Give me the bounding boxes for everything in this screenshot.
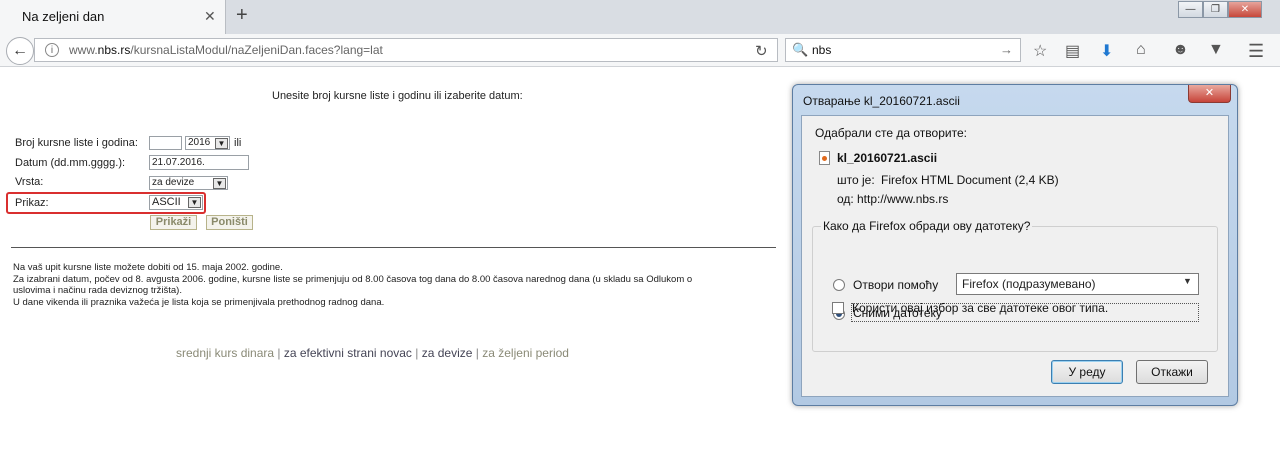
new-tab-button[interactable]: + [236, 4, 248, 27]
dialog-title: Отварање kl_20160721.ascii [803, 94, 960, 108]
action-question: Како да Firefox обради ову датотеку? [821, 219, 1033, 233]
remember-label[interactable]: Користи овај избор за све датотеке овог … [852, 301, 1108, 315]
bookmark-star-icon[interactable]: ☆ [1033, 41, 1047, 61]
year-select[interactable]: 2016 ▼ [185, 136, 230, 150]
chevron-down-icon: ▼ [1183, 276, 1192, 286]
file-name: kl_20160721.ascii [837, 151, 938, 165]
datum-label: Datum (dd.mm.gggg.): [15, 157, 126, 169]
search-input[interactable]: nbs [812, 43, 831, 57]
back-button[interactable]: ← [6, 37, 34, 65]
url-prefix: www. [69, 43, 98, 57]
ili-label: ili [234, 137, 242, 149]
search-go-icon[interactable]: → [1000, 42, 1013, 57]
bottom-links: srednji kurs dinara | za efektivni stran… [176, 346, 569, 360]
prikazi-button[interactable]: Prikaži [150, 215, 197, 230]
broj-label: Broj kursne liste i godina: [15, 137, 138, 149]
opening-label: Одабрали сте да отворите: [815, 126, 967, 140]
file-icon [819, 151, 830, 165]
open-with-select[interactable]: Firefox (подразумевано) ▼ [956, 273, 1199, 295]
ok-button[interactable]: У реду [1051, 360, 1123, 384]
type-label: што је: [837, 173, 875, 187]
search-bar[interactable]: 🔍 nbs → [785, 38, 1021, 62]
nav-bar: ← i www.nbs.rs/kursnaListaModul/naZeljen… [0, 34, 1280, 67]
search-icon: 🔍 [792, 42, 809, 57]
info-icon[interactable]: i [45, 43, 59, 57]
datum-input[interactable]: 21.07.2016. [149, 155, 249, 170]
note-line-1: Na vaš upit kursne liste možete dobiti o… [13, 262, 283, 273]
vrsta-label: Vrsta: [15, 176, 44, 188]
ponisti-button[interactable]: Poništi [206, 215, 253, 230]
hello-icon[interactable]: ☻ [1172, 41, 1189, 59]
pocket-icon[interactable]: ▼ [1208, 41, 1224, 59]
tab-close-icon[interactable]: ✕ [204, 8, 216, 25]
vrsta-select[interactable]: za devize ▼ [149, 176, 228, 190]
title-bar: Na zeljeni dan ✕ + — ❐ ✕ [0, 0, 1280, 35]
open-with-value: Firefox (подразумевано) [962, 277, 1096, 291]
link-zeljeni-period[interactable]: za željeni period [482, 346, 569, 360]
from-value: http://www.nbs.rs [857, 192, 949, 206]
link-separator: | [277, 346, 281, 360]
cancel-button[interactable]: Откажи [1136, 360, 1208, 384]
url-bar[interactable]: i www.nbs.rs/kursnaListaModul/naZeljeniD… [34, 38, 778, 62]
open-with-label[interactable]: Отвори помоћу [853, 278, 938, 292]
chevron-down-icon: ▼ [213, 178, 226, 189]
window-close-button[interactable]: ✕ [1228, 1, 1262, 18]
broj-input[interactable] [149, 136, 182, 150]
dialog-close-button[interactable]: ✕ [1188, 85, 1231, 103]
remember-checkbox[interactable] [832, 302, 844, 314]
prikaz-highlight [6, 192, 206, 214]
divider [11, 247, 776, 248]
url-domain: nbs.rs [97, 43, 131, 57]
tab-active[interactable]: Na zeljeni dan ✕ [0, 0, 226, 34]
reading-list-icon[interactable]: ▤ [1065, 41, 1080, 61]
year-value: 2016 [188, 137, 211, 148]
url-path: /kursnaListaModul/naZeljeniDan.faces?lan… [130, 43, 383, 57]
home-icon[interactable]: ⌂ [1136, 41, 1146, 59]
open-file-dialog: Отварање kl_20160721.ascii ✕ Одабрали ст… [792, 84, 1238, 406]
link-separator: | [415, 346, 419, 360]
note-line-2: Za izabrani datum, počev od 8. avgusta 2… [13, 274, 693, 285]
note-line-3: uslovima i načinu rada deviznog tržišta)… [13, 285, 182, 296]
type-value: Firefox HTML Document (2,4 KB) [881, 173, 1059, 187]
action-group: Како да Firefox обради ову датотеку? Отв… [812, 219, 1218, 352]
maximize-button[interactable]: ❐ [1203, 1, 1228, 18]
tab-title: Na zeljeni dan [22, 9, 105, 24]
vrsta-value: za devize [152, 177, 195, 188]
link-srednji-kurs[interactable]: srednji kurs dinara [176, 346, 274, 360]
link-efektivni[interactable]: za efektivni strani novac [284, 346, 412, 360]
dialog-body: Одабрали сте да отворите: kl_20160721.as… [801, 115, 1229, 397]
from-label: од: [837, 192, 854, 206]
open-with-radio[interactable] [833, 279, 845, 291]
reload-icon[interactable]: ↻ [755, 42, 768, 60]
link-separator: | [475, 346, 479, 360]
note-line-4: U dane vikenda ili praznika važeća je li… [13, 297, 385, 308]
menu-icon[interactable]: ☰ [1248, 41, 1264, 62]
download-icon[interactable]: ⬇ [1100, 41, 1113, 61]
url-text: www.nbs.rs/kursnaListaModul/naZeljeniDan… [69, 43, 383, 57]
chevron-down-icon: ▼ [215, 138, 228, 149]
page-intro: Unesite broj kursne liste i godinu ili i… [272, 90, 523, 102]
minimize-button[interactable]: — [1178, 1, 1203, 18]
link-devize[interactable]: za devize [422, 346, 473, 360]
